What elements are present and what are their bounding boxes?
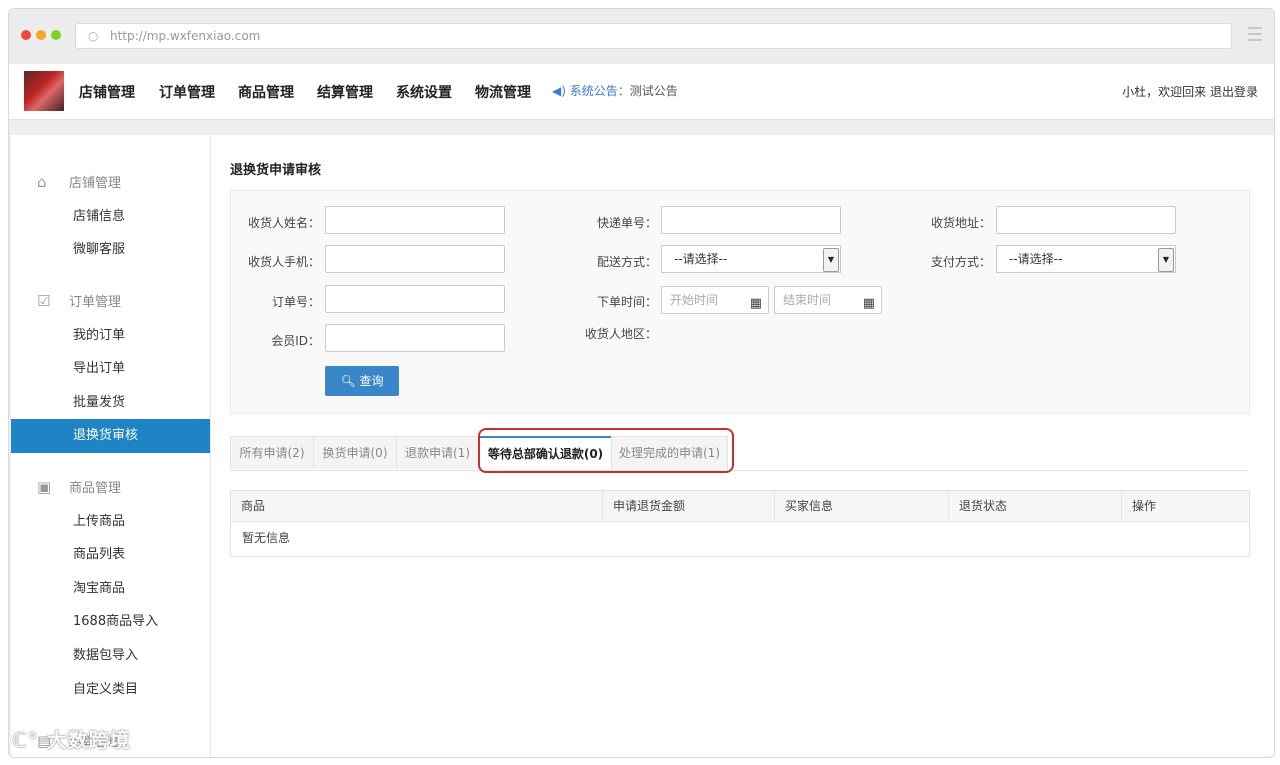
shipping-method-label: 配送方式： bbox=[596, 255, 657, 269]
empty-message: 暂无信息 bbox=[242, 531, 291, 545]
tracking-no-label: 快递单号： bbox=[596, 216, 657, 230]
watermark-text: 大数跨境 bbox=[46, 728, 131, 752]
receiver-name-input[interactable] bbox=[325, 206, 505, 234]
column-header: 操作 bbox=[1121, 491, 1249, 521]
checklist-icon: ☑ bbox=[37, 292, 51, 310]
tab-completed[interactable]: 处理完成的申请(1) bbox=[611, 436, 728, 469]
sidebar-item-store-info[interactable]: 店铺信息 bbox=[11, 200, 210, 234]
shipping-method-select[interactable]: --请选择-- ▼ bbox=[661, 245, 841, 273]
sidebar-item-package-import[interactable]: 数据包导入 bbox=[11, 639, 210, 673]
watermark: ℂ° 大数跨境 bbox=[12, 724, 131, 753]
tab-refund[interactable]: 退款申请(1) bbox=[396, 436, 479, 469]
welcome-text: 小杜，欢迎回来 bbox=[1122, 85, 1207, 99]
chevron-down-icon[interactable]: ▼ bbox=[1158, 248, 1174, 272]
sidebar-item-1688-import[interactable]: 1688商品导入 bbox=[11, 605, 210, 639]
logout-link[interactable]: 退出登录 bbox=[1210, 85, 1258, 99]
sidebar-item-my-orders[interactable]: 我的订单 bbox=[11, 319, 210, 353]
receiver-name-label: 收货人姓名： bbox=[247, 216, 320, 230]
chevron-down-icon[interactable]: ▼ bbox=[823, 248, 839, 272]
end-time-input[interactable]: 结束时间 ▦ bbox=[774, 286, 882, 314]
store-logo bbox=[24, 71, 64, 111]
column-header: 申请退货金额 bbox=[602, 491, 774, 521]
product-icon: ▣ bbox=[37, 478, 52, 496]
sidebar-item-upload-product[interactable]: 上传商品 bbox=[11, 505, 210, 539]
payment-method-select[interactable]: --请选择-- ▼ bbox=[996, 245, 1176, 273]
order-no-input[interactable] bbox=[325, 285, 505, 313]
tab-awaiting-hq[interactable]: 等待总部确认退款(0) bbox=[479, 436, 612, 470]
receiver-phone-input[interactable] bbox=[325, 245, 505, 273]
column-header: 退货状态 bbox=[948, 491, 1121, 521]
home-icon: ⌂ bbox=[37, 173, 47, 191]
search-button[interactable]: 🔍︎ 查询 bbox=[325, 366, 399, 396]
page-title: 退换货申请审核 bbox=[230, 163, 322, 178]
sidebar-group-title: 店铺管理 bbox=[69, 176, 122, 191]
top-navigation: 店铺管理 订单管理 商品管理 结算管理 系统设置 物流管理 ◀) 系统公告：测试… bbox=[9, 64, 1274, 120]
speaker-icon: ◀) bbox=[552, 84, 566, 98]
tab-bar: 所有申请(2) 换货申请(0) 退款申请(1) 等待总部确认退款(0) 处理完成… bbox=[230, 436, 1248, 471]
tab-all[interactable]: 所有申请(2) bbox=[230, 436, 314, 469]
watermark-logo-icon: ℂ° bbox=[12, 728, 39, 752]
receiver-phone-label: 收货人手机： bbox=[247, 255, 320, 269]
order-no-label: 订单号： bbox=[271, 295, 320, 309]
tab-exchange[interactable]: 换货申请(0) bbox=[313, 436, 397, 469]
member-id-input[interactable] bbox=[325, 324, 505, 352]
sidebar-group-store: ⌂ 店铺管理 bbox=[37, 172, 121, 191]
sidebar-item-batch-ship[interactable]: 批量发货 bbox=[11, 386, 210, 420]
table-header: 商品 申请退货金额 买家信息 退货状态 操作 bbox=[231, 491, 1249, 522]
sidebar-item-product-list[interactable]: 商品列表 bbox=[11, 538, 210, 572]
filter-panel: 收货人姓名： 快递单号： 收货地址： 收货人手机： 配送方式： --请选择-- … bbox=[230, 190, 1250, 414]
sidebar-group-title: 订单管理 bbox=[69, 295, 122, 310]
notice-text[interactable]: 测试公告 bbox=[630, 84, 678, 98]
sidebar-item-custom-category[interactable]: 自定义类目 bbox=[11, 673, 210, 707]
minimize-dot-icon[interactable] bbox=[36, 30, 46, 40]
calendar-icon[interactable]: ▦ bbox=[750, 291, 762, 317]
main-content: 退换货申请审核 收货人姓名： 快递单号： 收货地址： 收货人手机： 配送方式： … bbox=[211, 135, 1274, 757]
maximize-dot-icon[interactable] bbox=[51, 30, 61, 40]
start-time-placeholder: 开始时间 bbox=[670, 293, 719, 307]
reload-icon[interactable]: ○ bbox=[88, 24, 98, 48]
results-table: 商品 申请退货金额 买家信息 退货状态 操作 暂无信息 bbox=[230, 490, 1250, 557]
column-header: 商品 bbox=[241, 499, 266, 513]
nav-item-logistics[interactable]: 物流管理 bbox=[475, 82, 531, 102]
order-time-label: 下单时间： bbox=[596, 295, 657, 309]
search-button-label: 查询 bbox=[359, 374, 384, 388]
url-text: http://mp.wxfenxiao.com bbox=[110, 29, 261, 43]
nav-item-products[interactable]: 商品管理 bbox=[238, 82, 294, 102]
browser-window: ○ http://mp.wxfenxiao.com 店铺管理 订单管理 商品管理… bbox=[8, 8, 1275, 758]
sidebar-group-products: ▣ 商品管理 bbox=[37, 477, 121, 496]
region-label: 收货人地区： bbox=[584, 327, 657, 341]
member-id-label: 会员ID： bbox=[271, 334, 320, 348]
calendar-icon[interactable]: ▦ bbox=[863, 291, 875, 317]
system-notice: ◀) 系统公告：测试公告 bbox=[552, 82, 678, 99]
tracking-no-input[interactable] bbox=[661, 206, 841, 234]
search-icon: 🔍︎ bbox=[340, 374, 356, 388]
sidebar-item-export-orders[interactable]: 导出订单 bbox=[11, 352, 210, 386]
notice-label: 系统公告： bbox=[569, 84, 630, 98]
nav-item-store[interactable]: 店铺管理 bbox=[79, 82, 135, 102]
address-input[interactable] bbox=[996, 206, 1176, 234]
nav-item-orders[interactable]: 订单管理 bbox=[159, 82, 215, 102]
column-header: 买家信息 bbox=[774, 491, 948, 521]
nav-item-settings[interactable]: 系统设置 bbox=[396, 82, 452, 102]
start-time-input[interactable]: 开始时间 ▦ bbox=[661, 286, 769, 314]
address-bar[interactable]: ○ http://mp.wxfenxiao.com bbox=[75, 23, 1232, 49]
sidebar-item-return-review[interactable]: 退换货审核 bbox=[11, 419, 210, 453]
shipping-method-value: --请选择-- bbox=[674, 252, 728, 266]
sidebar-group-title: 商品管理 bbox=[69, 481, 122, 496]
sidebar: ⌂ 店铺管理 店铺信息 微聊客服 ☑ 订单管理 我的订单 导出订单 批量发货 退换货… bbox=[11, 135, 211, 757]
browser-toolbar: ○ http://mp.wxfenxiao.com bbox=[9, 9, 1274, 63]
payment-method-value: --请选择-- bbox=[1009, 252, 1063, 266]
menu-icon[interactable] bbox=[1248, 27, 1262, 45]
nav-item-settlement[interactable]: 结算管理 bbox=[317, 82, 373, 102]
close-dot-icon[interactable] bbox=[21, 30, 31, 40]
sidebar-group-orders: ☑ 订单管理 bbox=[37, 291, 121, 310]
payment-method-label: 支付方式： bbox=[930, 255, 991, 269]
user-info: 小杜，欢迎回来 退出登录 bbox=[1122, 83, 1258, 100]
end-time-placeholder: 结束时间 bbox=[783, 293, 832, 307]
sidebar-item-chat-service[interactable]: 微聊客服 bbox=[11, 233, 210, 267]
address-label: 收货地址： bbox=[930, 216, 991, 230]
sidebar-item-taobao-products[interactable]: 淘宝商品 bbox=[11, 572, 210, 606]
